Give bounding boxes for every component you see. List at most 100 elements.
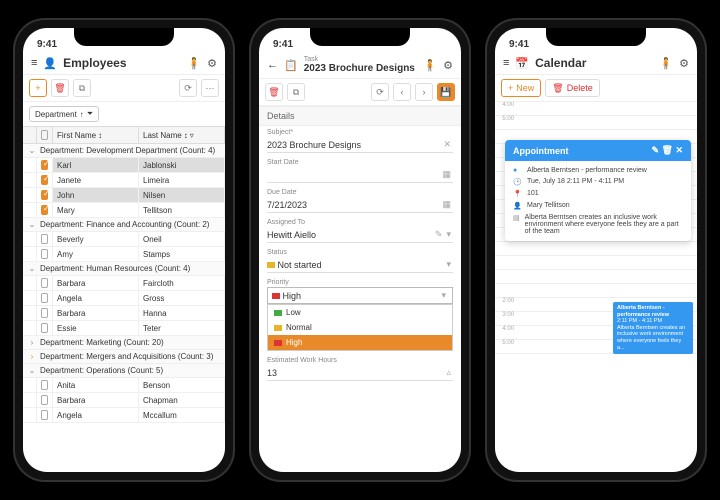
col-firstname[interactable]: First Name ↕	[53, 127, 139, 143]
col-select[interactable]	[37, 127, 53, 143]
estimated-input[interactable]: 13	[267, 368, 444, 378]
row-checkbox[interactable]	[37, 321, 53, 335]
row-checkbox[interactable]	[37, 306, 53, 320]
row-checkbox[interactable]	[37, 393, 53, 407]
row-checkbox[interactable]	[37, 247, 53, 261]
calendar-icon[interactable]: ▦	[440, 169, 453, 180]
table-row[interactable]: KarlJablonski	[23, 158, 225, 173]
table-row[interactable]: MaryTellitson	[23, 203, 225, 218]
delete-icon[interactable]: 🗑	[662, 145, 673, 156]
clear-icon[interactable]: ✕	[441, 139, 453, 150]
menu-icon[interactable]: ≡	[503, 57, 509, 69]
chevron-icon: ⌄	[27, 146, 37, 155]
group-header[interactable]: ›Department: Mergers and Acquisitions (C…	[23, 350, 225, 364]
row-checkbox[interactable]	[37, 378, 53, 392]
delete-button[interactable]: 🗑	[51, 79, 69, 97]
delete-button[interactable]: 🗑 Delete	[545, 79, 599, 97]
chevron-down-icon[interactable]: ▾	[444, 229, 453, 240]
refresh-button[interactable]: ⟳	[371, 83, 389, 101]
priority-input[interactable]: High	[283, 291, 440, 301]
new-button[interactable]: + New	[501, 79, 541, 97]
group-header[interactable]: ›Department: Marketing (Count: 20)	[23, 336, 225, 350]
cell-firstname: John	[53, 188, 139, 202]
calendar-body[interactable]: Appointment ✎ 🗑 ✕ ●Alberta Berntsen - pe…	[495, 102, 697, 472]
group-header[interactable]: ⌄Department: Finance and Accounting (Cou…	[23, 218, 225, 232]
time-slot[interactable]	[495, 242, 697, 256]
table-row[interactable]: AngelaGross	[23, 291, 225, 306]
row-checkbox[interactable]	[37, 408, 53, 422]
time-slot[interactable]	[495, 256, 697, 270]
row-checkbox[interactable]	[37, 232, 53, 246]
next-button[interactable]: ›	[415, 83, 433, 101]
group-header[interactable]: ⌄Department: Operations (Count: 5)	[23, 364, 225, 378]
copy-button[interactable]: ⧉	[73, 79, 91, 97]
time-slot[interactable]: 4:00	[495, 102, 697, 116]
edit-icon[interactable]: ✎	[433, 229, 445, 240]
table-row[interactable]: JaneteLimeira	[23, 173, 225, 188]
subject-input[interactable]: 2023 Brochure Designs	[267, 140, 441, 150]
row-checkbox[interactable]	[37, 173, 53, 187]
calendar-event[interactable]: Alberta Berntsen - performance review2:1…	[613, 302, 693, 354]
overflow-button[interactable]: ⋯	[201, 79, 219, 97]
gear-icon[interactable]: ⚙	[679, 57, 689, 70]
chevron-icon: ⌄	[27, 220, 37, 229]
close-icon[interactable]: ✕	[675, 145, 683, 156]
table-row[interactable]: AngelaMccallum	[23, 408, 225, 423]
table-row[interactable]: BeverlyOneil	[23, 232, 225, 247]
duedate-input[interactable]: 7/21/2023	[267, 200, 440, 210]
row-checkbox[interactable]	[37, 158, 53, 172]
time-slot[interactable]	[495, 270, 697, 284]
save-button[interactable]: 💾	[437, 83, 455, 101]
row-checkbox[interactable]	[37, 188, 53, 202]
refresh-button[interactable]: ⟳	[179, 79, 197, 97]
assigned-input[interactable]: Hewitt Aiello	[267, 230, 433, 240]
prev-button[interactable]: ‹	[393, 83, 411, 101]
calendar-icon[interactable]: ▦	[440, 199, 453, 210]
priority-option[interactable]: High	[268, 335, 452, 350]
row-checkbox[interactable]	[37, 203, 53, 217]
appt-who: Mary Tellitson	[527, 202, 570, 209]
time-slot[interactable]: 5:00	[495, 116, 697, 130]
phone-calendar: 9:41 ≡ 📅 Calendar 🧍 ⚙ + New 🗑 Delete App…	[487, 20, 705, 480]
row-checkbox[interactable]	[37, 291, 53, 305]
user-icon[interactable]: 🧍	[423, 59, 437, 72]
table-row[interactable]: EssieTeter	[23, 321, 225, 336]
phone-task: 9:41 ← 📋 Task 2023 Brochure Designs 🧍 ⚙ …	[251, 20, 469, 480]
stepper-icon[interactable]: ▵	[444, 367, 453, 378]
table-row[interactable]: AmyStamps	[23, 247, 225, 262]
group-header[interactable]: ⌄Department: Human Resources (Count: 4)	[23, 262, 225, 276]
appointment-popup: Appointment ✎ 🗑 ✕ ●Alberta Berntsen - pe…	[505, 140, 691, 241]
user-icon[interactable]: 🧍	[187, 57, 201, 70]
table-row[interactable]: BarbaraChapman	[23, 393, 225, 408]
row-checkbox[interactable]	[37, 276, 53, 290]
gear-icon[interactable]: ⚙	[207, 57, 217, 70]
edit-icon[interactable]: ✎	[651, 145, 659, 156]
filter-chip-department[interactable]: Department ↑ ⏷	[29, 106, 99, 122]
table-row[interactable]: AnitaBenson	[23, 378, 225, 393]
priority-option[interactable]: Low	[268, 305, 452, 320]
back-icon[interactable]: ←	[267, 59, 278, 71]
table-row[interactable]: BarbaraHanna	[23, 306, 225, 321]
status-input[interactable]: Not started	[278, 260, 445, 270]
add-button[interactable]: +	[29, 79, 47, 97]
chevron-down-icon[interactable]: ▾	[439, 290, 448, 301]
col-lastname[interactable]: Last Name ↕ ▿	[139, 127, 225, 143]
person-icon: 👤	[513, 202, 522, 210]
breadcrumb: Task	[304, 56, 418, 63]
table-row[interactable]: BarbaraFaircloth	[23, 276, 225, 291]
note-icon: ▤	[513, 214, 520, 222]
chevron-down-icon[interactable]: ▾	[444, 259, 453, 270]
user-icon[interactable]: 🧍	[659, 57, 673, 70]
group-header[interactable]: ⌄Department: Development Department (Cou…	[23, 144, 225, 158]
copy-button[interactable]: ⧉	[287, 83, 305, 101]
field-priority: Priority High▾ LowNormalHigh	[259, 276, 461, 354]
time-slot[interactable]	[495, 284, 697, 298]
table-row[interactable]: JohnNilsen	[23, 188, 225, 203]
flag-icon	[274, 310, 282, 316]
clock: 9:41	[37, 39, 57, 50]
delete-button[interactable]: 🗑	[265, 83, 283, 101]
gear-icon[interactable]: ⚙	[443, 59, 453, 72]
event-title: Alberta Berntsen - performance review	[617, 305, 669, 318]
menu-icon[interactable]: ≡	[31, 57, 37, 69]
priority-option[interactable]: Normal	[268, 320, 452, 335]
